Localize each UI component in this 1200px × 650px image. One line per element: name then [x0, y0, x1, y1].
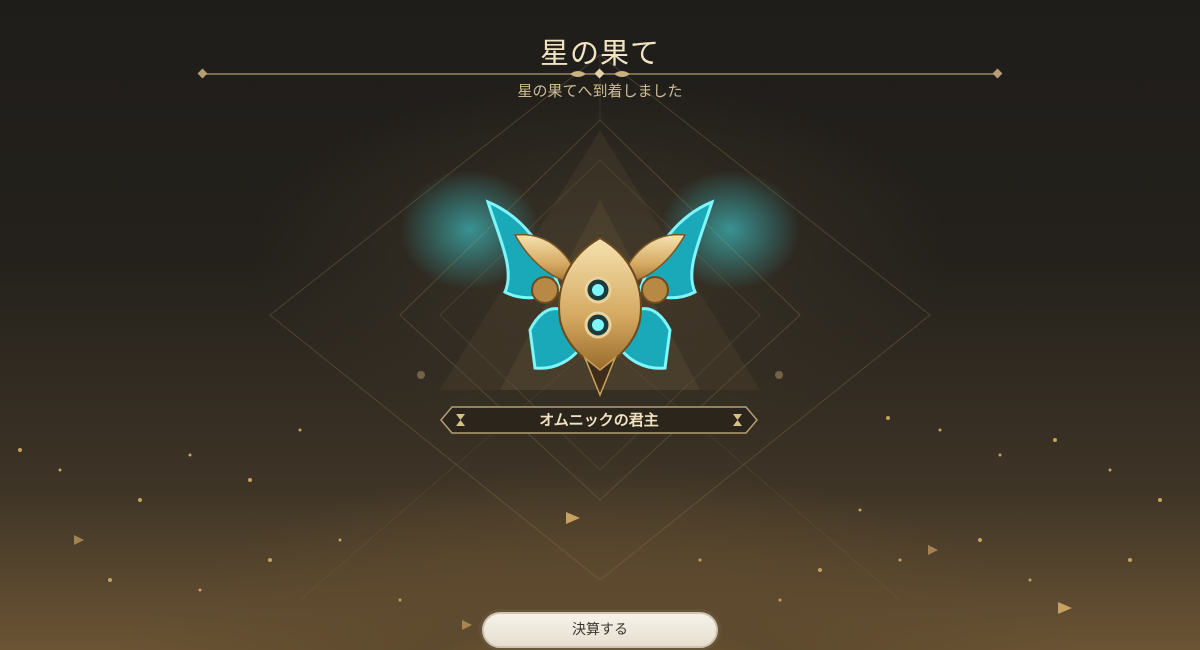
reward-name-banner: オムニックの君主 — [440, 406, 758, 434]
reward-name: オムニックの君主 — [539, 411, 659, 429]
settle-button[interactable]: 決算する — [482, 612, 718, 648]
settle-button-label: 決算する — [572, 622, 628, 638]
winged-emblem-icon — [400, 170, 800, 397]
